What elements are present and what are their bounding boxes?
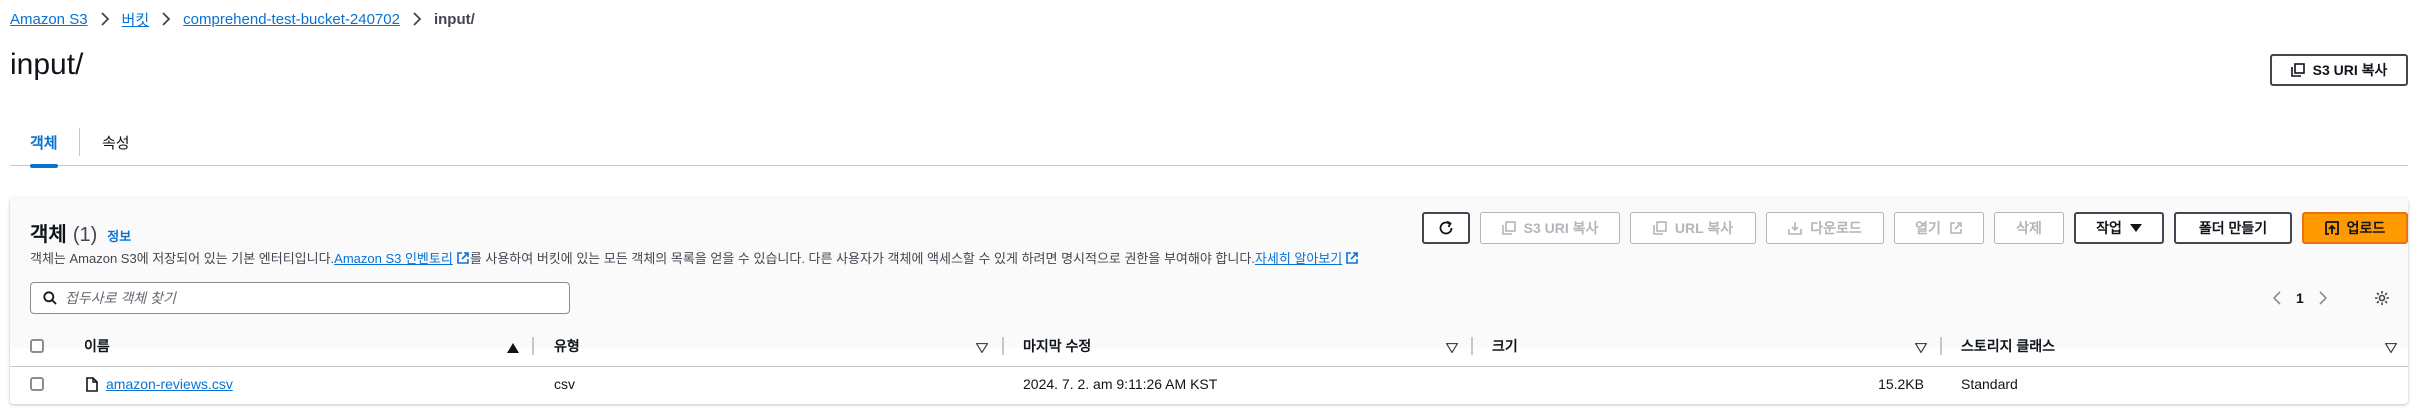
description-prefix: 객체는 Amazon S3에 저장되어 있는 기본 엔터티입니다. bbox=[30, 251, 335, 266]
upload-icon bbox=[2324, 221, 2339, 235]
column-size[interactable]: 크기 bbox=[1492, 325, 1518, 367]
open-label: 열기 bbox=[1915, 220, 1941, 236]
refresh-icon bbox=[1439, 220, 1453, 235]
breadcrumb-buckets[interactable]: 버킷 bbox=[122, 9, 150, 30]
column-name[interactable]: 이름 bbox=[84, 325, 110, 367]
sort-icon[interactable] bbox=[1445, 340, 1459, 356]
upload-label: 업로드 bbox=[2346, 220, 2386, 236]
tab-objects-label: 객체 bbox=[30, 134, 58, 152]
column-type-label: 유형 bbox=[554, 338, 580, 354]
download-icon bbox=[1788, 222, 1803, 235]
objects-description: 객체는 Amazon S3에 저장되어 있는 기본 엔터티입니다. Amazon… bbox=[30, 248, 1359, 267]
select-all-checkbox[interactable] bbox=[30, 339, 44, 353]
sort-ascending-icon[interactable] bbox=[507, 340, 519, 356]
external-link-icon bbox=[1346, 251, 1359, 264]
chevron-right-icon bbox=[100, 12, 110, 26]
page-title: input/ bbox=[10, 48, 84, 81]
inventory-link[interactable]: Amazon S3 인벤토리 bbox=[334, 248, 470, 267]
learn-more-link[interactable]: 자세히 알아보기 bbox=[1255, 248, 1359, 267]
create-folder-label: 폴더 만들기 bbox=[2198, 220, 2268, 236]
column-type[interactable]: 유형 bbox=[554, 325, 580, 367]
column-divider[interactable] bbox=[1471, 337, 1473, 355]
chevron-right-icon bbox=[161, 12, 171, 26]
copy-url-button[interactable]: URL 복사 bbox=[1630, 212, 1756, 244]
create-folder-button[interactable]: 폴더 만들기 bbox=[2174, 212, 2292, 244]
objects-container: 객체 (1) 정보 객체는 Amazon S3에 저장되어 있는 기본 엔터티입… bbox=[10, 198, 2408, 404]
copy-s3-uri-button[interactable]: S3 URI 복사 bbox=[1480, 212, 1620, 244]
external-link-icon bbox=[1950, 222, 1962, 234]
column-divider[interactable] bbox=[532, 337, 534, 355]
download-label: 다운로드 bbox=[1810, 220, 1862, 236]
settings-gear-icon[interactable] bbox=[2374, 290, 2390, 311]
table-row: amazon-reviews.csv csv 2024. 7. 2. am 9:… bbox=[10, 368, 2408, 400]
copy-icon bbox=[2290, 63, 2305, 77]
upload-button[interactable]: 업로드 bbox=[2302, 212, 2408, 244]
pagination: 1 bbox=[2272, 282, 2328, 314]
refresh-button[interactable] bbox=[1422, 212, 1470, 244]
previous-page-icon[interactable] bbox=[2272, 291, 2282, 305]
caret-down-icon bbox=[2129, 224, 2142, 232]
table-header: 이름 유형 마지막 수정 크기 스토리지 클래스 bbox=[10, 325, 2408, 367]
search-input[interactable] bbox=[65, 290, 545, 306]
tab-properties-label: 속성 bbox=[102, 134, 130, 152]
column-last-modified-label: 마지막 수정 bbox=[1023, 338, 1092, 354]
chevron-right-icon bbox=[412, 12, 422, 26]
description-middle: 를 사용하여 버킷에 있는 모든 객체의 목록을 얻을 수 있습니다. 다른 사… bbox=[469, 251, 1255, 266]
column-storage-class[interactable]: 스토리지 클래스 bbox=[1961, 325, 2055, 367]
breadcrumb-amazon-s3[interactable]: Amazon S3 bbox=[10, 11, 88, 28]
breadcrumb-current: input/ bbox=[433, 10, 475, 28]
delete-label: 삭제 bbox=[2016, 220, 2042, 236]
tab-objects[interactable]: 객체 bbox=[30, 118, 58, 168]
open-button[interactable]: 열기 bbox=[1894, 212, 1984, 244]
actions-label: 작업 bbox=[2096, 220, 2122, 236]
search-field[interactable] bbox=[30, 282, 570, 314]
file-icon bbox=[86, 376, 98, 392]
column-storage-class-label: 스토리지 클래스 bbox=[1961, 338, 2056, 354]
actions-dropdown[interactable]: 작업 bbox=[2074, 212, 2164, 244]
tab-properties[interactable]: 속성 bbox=[102, 118, 130, 166]
delete-button[interactable]: 삭제 bbox=[1994, 212, 2064, 244]
column-last-modified[interactable]: 마지막 수정 bbox=[1023, 325, 1091, 367]
search-icon bbox=[43, 291, 57, 305]
objects-count: (1) bbox=[72, 224, 98, 246]
column-divider[interactable] bbox=[1940, 337, 1942, 355]
inventory-link-label: Amazon S3 인벤토리 bbox=[334, 251, 453, 266]
copy-s3-uri-header-label: S3 URI 복사 bbox=[2312, 62, 2388, 78]
breadcrumb-bucket[interactable]: comprehend-test-bucket-240702 bbox=[183, 11, 400, 28]
file-name-link[interactable]: amazon-reviews.csv bbox=[106, 376, 233, 392]
copy-s3-uri-label: S3 URI 복사 bbox=[1523, 220, 1599, 236]
copy-icon bbox=[1501, 221, 1516, 235]
info-link[interactable]: 정보 bbox=[107, 226, 131, 245]
column-name-label: 이름 bbox=[84, 338, 110, 354]
size-cell: 15.2KB bbox=[1878, 376, 1924, 392]
row-checkbox[interactable] bbox=[30, 377, 44, 391]
name-cell: amazon-reviews.csv bbox=[86, 368, 233, 400]
breadcrumb: Amazon S3 버킷 comprehend-test-bucket-2407… bbox=[10, 8, 475, 30]
learn-more-label: 자세히 알아보기 bbox=[1254, 251, 1343, 266]
copy-s3-uri-header-button[interactable]: S3 URI 복사 bbox=[2270, 54, 2408, 86]
sort-icon[interactable] bbox=[975, 340, 989, 356]
last-modified-cell: 2024. 7. 2. am 9:11:26 AM KST bbox=[1023, 376, 1218, 392]
storage-class-cell: Standard bbox=[1961, 376, 2018, 392]
objects-heading: 객체 (1) 정보 bbox=[30, 218, 131, 247]
tabs: 객체 속성 bbox=[10, 118, 2408, 168]
objects-title: 객체 bbox=[30, 224, 67, 246]
page-number[interactable]: 1 bbox=[2296, 290, 2304, 306]
copy-icon bbox=[1653, 221, 1667, 235]
sort-icon[interactable] bbox=[2384, 340, 2398, 356]
type-cell: csv bbox=[554, 376, 575, 392]
download-button[interactable]: 다운로드 bbox=[1766, 212, 1884, 244]
sort-icon[interactable] bbox=[1914, 340, 1928, 356]
copy-url-label: URL 복사 bbox=[1674, 220, 1734, 236]
external-link-icon bbox=[457, 251, 469, 264]
tab-divider bbox=[79, 128, 80, 156]
column-size-label: 크기 bbox=[1492, 338, 1518, 354]
column-divider[interactable] bbox=[1002, 337, 1004, 355]
next-page-icon[interactable] bbox=[2318, 291, 2328, 305]
